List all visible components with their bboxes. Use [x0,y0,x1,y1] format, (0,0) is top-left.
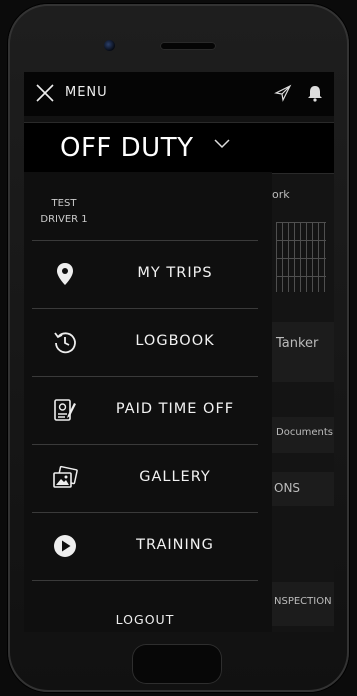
background-content: ork Tanker Documents ONS NSPECTION [272,172,334,632]
play-circle-icon [54,535,76,557]
bg-work-text: ork [272,188,290,201]
menu-item-my-trips[interactable]: MY TRIPS [32,241,258,307]
bg-documents-text: Documents [276,427,334,438]
duty-status-selector[interactable]: OFF DUTY [24,122,334,174]
bg-log-grid [276,222,326,292]
top-bar: MENU [24,72,334,116]
bg-documents-card: Documents [272,417,334,453]
menu-item-label: TRAINING [136,537,214,553]
logout-button[interactable]: LOGOUT [32,612,258,627]
menu-item-gallery[interactable]: GALLERY [32,445,258,511]
chevron-down-icon[interactable] [214,139,230,149]
menu-item-label: LOGBOOK [135,333,215,349]
menu-item-label: MY TRIPS [137,265,213,281]
send-icon[interactable] [274,84,292,102]
menu-item-label: GALLERY [139,469,211,485]
front-camera [104,40,115,51]
earpiece-speaker [160,42,216,50]
bg-ons-text: ONS [274,481,301,495]
bg-tanker-card: Tanker [272,322,334,382]
menu-divider [32,580,258,581]
driver-name-line1: TEST [51,198,77,209]
bg-ons-card: ONS [272,472,334,506]
photos-icon [53,465,78,488]
bell-icon[interactable] [306,84,324,102]
menu-item-training[interactable]: TRAINING [32,513,258,579]
home-button[interactable] [132,644,222,684]
bg-inspection-text: NSPECTION [274,596,332,607]
location-pin-icon [57,263,73,285]
history-clock-icon [54,332,76,354]
bg-inspection-card: NSPECTION [272,582,334,626]
menu-item-paid-time-off[interactable]: PAID TIME OFF [32,377,258,443]
side-menu-drawer: TEST DRIVER 1 MY TRIPS LOGBOOK PAID TIME… [24,172,272,632]
document-edit-icon [54,399,76,421]
close-icon[interactable] [34,82,56,104]
duty-status-text: OFF DUTY [60,133,194,163]
menu-label: MENU [65,85,108,100]
menu-item-label: PAID TIME OFF [115,401,235,417]
driver-name-line2: DRIVER 1 [40,214,88,225]
menu-item-logbook[interactable]: LOGBOOK [32,309,258,375]
driver-name: TEST DRIVER 1 [34,196,94,228]
bg-tanker-text: Tanker [276,336,319,351]
app-screen: ork Tanker Documents ONS NSPECTION MENU … [24,72,334,632]
